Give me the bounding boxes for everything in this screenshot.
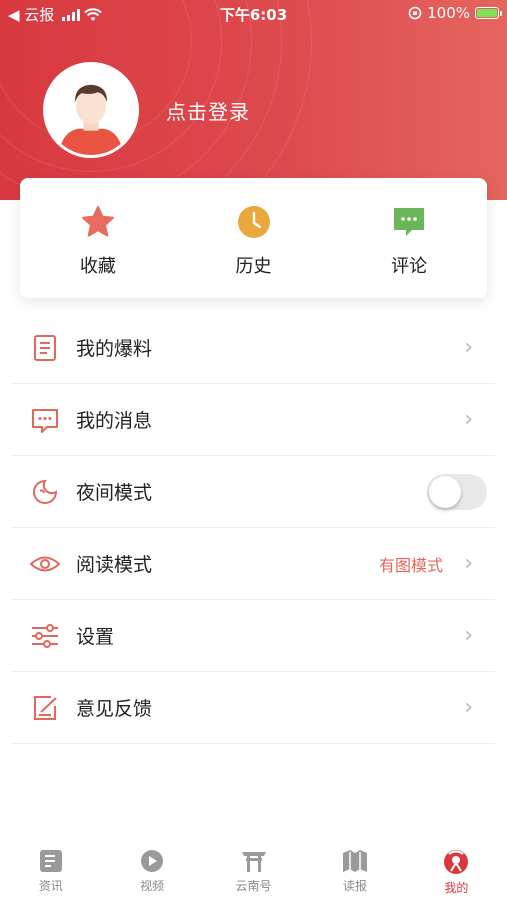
tab-label: 云南号 — [235, 879, 272, 893]
menu-item-label: 阅读模式 — [76, 554, 153, 576]
menu-item-label: 设置 — [76, 626, 115, 648]
profile-icon — [444, 850, 469, 874]
battery-icon — [475, 7, 502, 19]
favorites-button[interactable]: 收藏 — [20, 178, 176, 298]
menu-item-label: 我的爆料 — [76, 338, 153, 360]
newspaper-icon — [342, 850, 367, 872]
menu-item-label: 夜间模式 — [76, 482, 153, 504]
tab-bar: 资讯 视频 云南号 读报 我的 — [0, 840, 507, 900]
chevron-right-icon: › — [464, 695, 473, 720]
tab-label: 视频 — [140, 879, 165, 893]
status-bar: ◀ 云报 下午6:03 100% — [0, 0, 507, 28]
comments-button[interactable]: 评论 — [331, 178, 487, 298]
login-link[interactable]: 点击登录 — [166, 96, 250, 125]
battery-percent: 100% — [427, 4, 470, 22]
tab-read-paper[interactable]: 读报 — [304, 840, 405, 900]
quick-actions-card: 收藏 历史 评论 — [20, 178, 487, 298]
menu-item-reading-mode[interactable]: 阅读模式 有图模式 › — [12, 528, 495, 600]
avatar[interactable] — [43, 62, 139, 158]
menu-item-my-messages[interactable]: 我的消息 › — [12, 384, 495, 456]
gate-icon — [241, 852, 266, 872]
menu-item-label: 我的消息 — [76, 410, 153, 432]
chevron-right-icon: › — [464, 407, 473, 432]
chevron-right-icon: › — [464, 551, 473, 576]
message-icon — [32, 408, 58, 433]
chevron-right-icon: › — [464, 623, 473, 648]
menu-item-feedback[interactable]: 意见反馈 › — [12, 672, 495, 744]
sliders-icon — [32, 623, 58, 648]
eye-icon — [29, 556, 61, 571]
tab-news[interactable]: 资讯 — [0, 840, 101, 900]
night-mode-toggle[interactable] — [427, 473, 487, 510]
tab-label: 资讯 — [38, 879, 63, 893]
tab-video[interactable]: 视频 — [101, 840, 202, 900]
history-label: 历史 — [235, 256, 272, 277]
menu-list: 我的爆料 › 我的消息 › 夜间模式 阅读模式 有图模式 › 设置 › 意见反馈… — [12, 312, 495, 744]
tab-label: 读报 — [342, 879, 367, 893]
menu-item-my-reports[interactable]: 我的爆料 › — [12, 312, 495, 384]
news-icon — [39, 850, 62, 872]
star-icon — [81, 206, 114, 237]
tab-label: 我的 — [444, 881, 469, 895]
tab-mine[interactable]: 我的 — [406, 840, 507, 900]
chevron-right-icon: › — [464, 335, 473, 360]
moon-icon — [33, 479, 58, 504]
feedback-icon — [34, 695, 57, 720]
comment-icon — [394, 208, 425, 236]
menu-item-settings[interactable]: 设置 › — [12, 600, 495, 672]
clock-icon — [237, 206, 270, 238]
profile-header: ◀ 云报 下午6:03 100% 点击登录 — [0, 0, 507, 200]
comments-label: 评论 — [391, 256, 428, 277]
history-button[interactable]: 历史 — [176, 178, 332, 298]
document-icon — [34, 334, 56, 361]
reading-mode-value: 有图模式 — [378, 555, 443, 575]
video-icon — [141, 850, 164, 872]
menu-item-night-mode[interactable]: 夜间模式 — [12, 456, 495, 528]
tab-yunnan-hao[interactable]: 云南号 — [203, 840, 304, 900]
menu-item-label: 意见反馈 — [76, 698, 153, 720]
orientation-lock-icon — [408, 6, 422, 20]
favorites-label: 收藏 — [79, 256, 116, 277]
